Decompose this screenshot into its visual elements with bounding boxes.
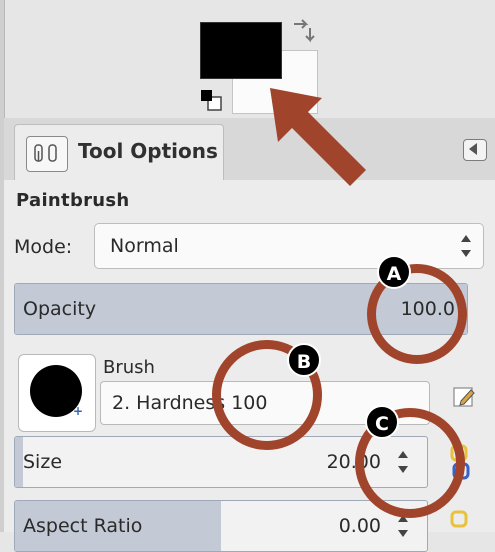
mode-select-arrows-icon [460, 235, 472, 257]
reset-colors-icon[interactable] [199, 88, 223, 112]
aspect-ratio-label: Aspect Ratio [23, 515, 143, 537]
annotation-badge-c: C [365, 405, 399, 439]
foreground-color-swatch[interactable] [200, 22, 282, 79]
opacity-label: Opacity [23, 298, 97, 320]
brush-plus-icon: + [73, 404, 84, 418]
annotation-badge-a: A [377, 255, 411, 289]
annotation-badge-b: B [287, 343, 321, 377]
tab-label: Tool Options [78, 139, 218, 163]
tool-name: Paintbrush [16, 190, 130, 211]
aspect-ratio-value: 0.00 [338, 515, 381, 537]
panel-menu-icon[interactable] [463, 139, 487, 161]
chain-link-icon[interactable] [448, 510, 472, 548]
swap-colors-icon[interactable] [288, 18, 316, 46]
tool-options-icon [26, 136, 68, 172]
mode-value: Normal [110, 235, 179, 257]
mode-label: Mode: [14, 236, 73, 258]
brush-edit-icon[interactable] [452, 384, 478, 410]
brush-label: Brush [103, 357, 155, 378]
size-label: Size [23, 451, 63, 473]
annotation-arrow [270, 88, 366, 186]
aspect-ratio-slider[interactable]: Aspect Ratio 0.00 [14, 500, 428, 552]
aspect-ratio-spinner-icon[interactable] [397, 515, 409, 537]
size-slider-fill [15, 437, 24, 487]
